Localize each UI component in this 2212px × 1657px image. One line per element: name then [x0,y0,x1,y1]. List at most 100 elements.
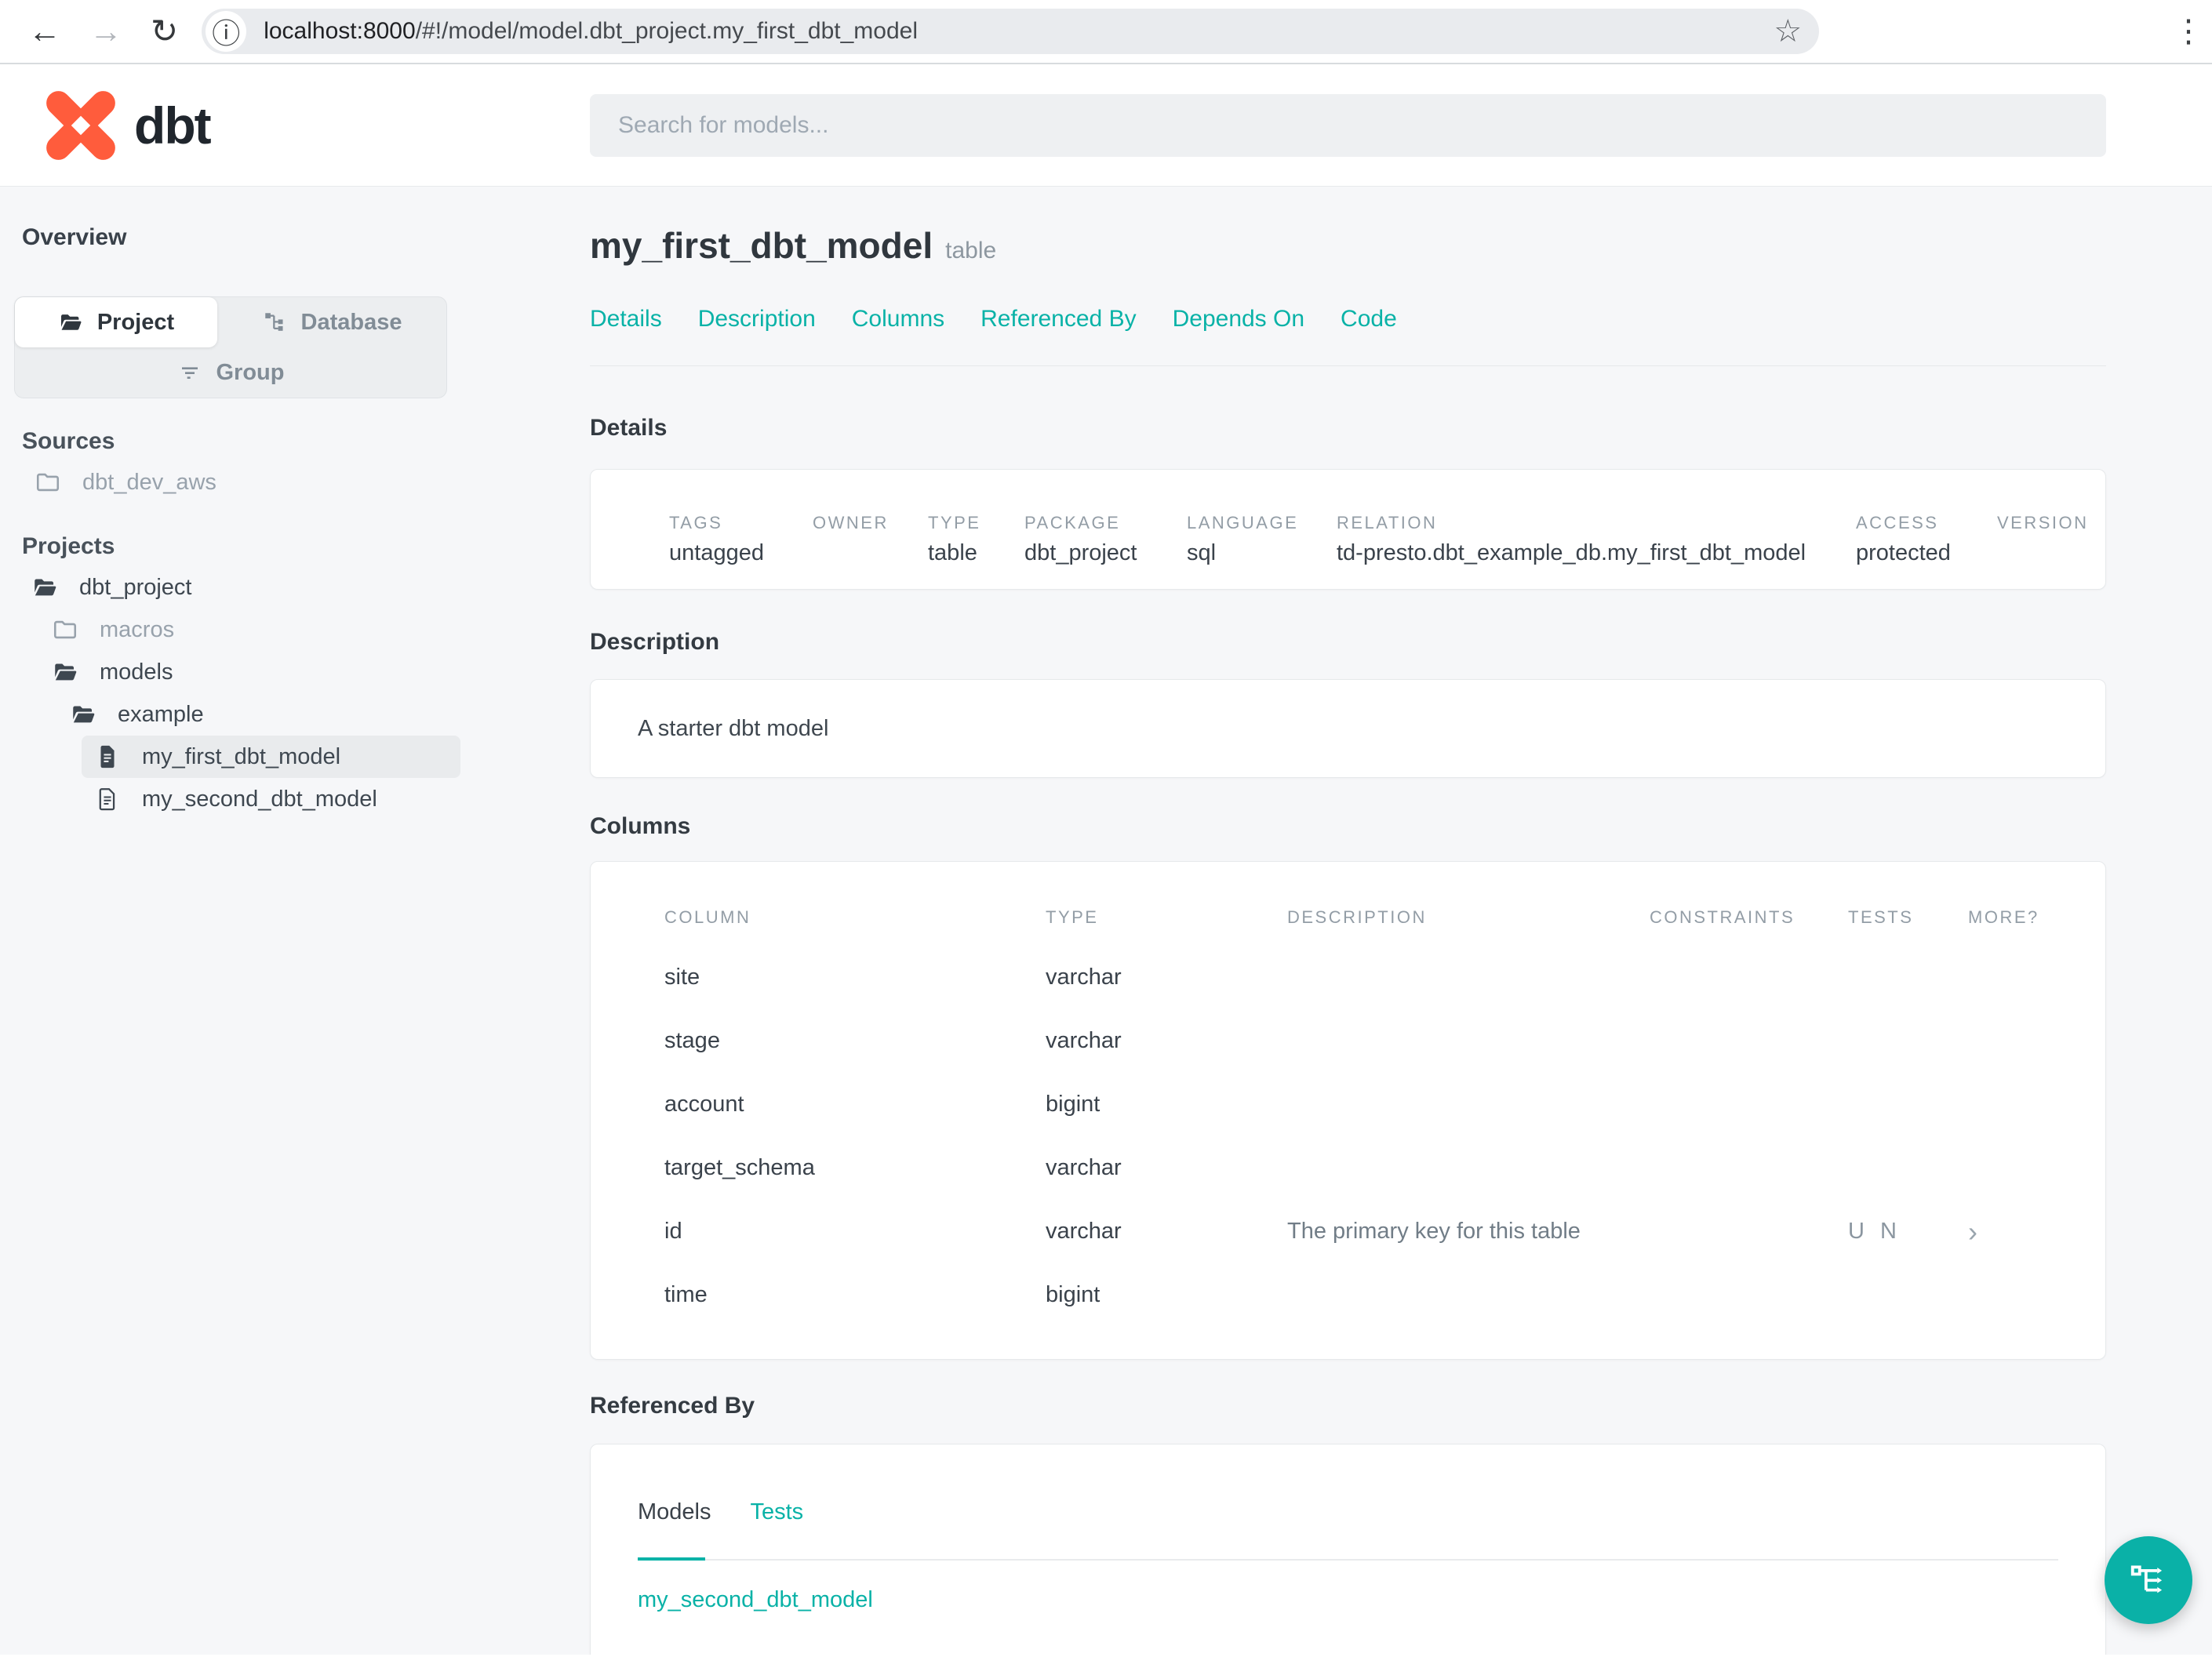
folder-closed-icon [53,620,77,639]
lineage-graph-button[interactable] [2105,1536,2192,1624]
cell-type: varchar [1046,965,1122,990]
referenced-by-heading: Referenced By [590,1393,755,1419]
browser-chrome: ← → ↻ ⓘ localhost:8000/#!/model/model.db… [0,0,2212,64]
address-bar[interactable]: ⓘ localhost:8000/#!/model/model.dbt_proj… [202,9,1820,54]
columns-table-body: site varchar stage varchar account bigin… [664,946,2105,1327]
cell-type: varchar [1046,1219,1122,1244]
app-header: dbt [0,64,2212,187]
url-text[interactable]: localhost:8000/#!/model/model.dbt_projec… [264,18,918,45]
nav-link-depends-on[interactable]: Depends On [1173,306,1304,332]
site-info-icon[interactable]: ⓘ [206,11,247,52]
col-header: CONSTRAINTS [1650,907,1795,927]
cell-type: bigint [1046,1282,1101,1307]
description-card: A starter dbt model [590,679,2106,778]
columns-table-header: COLUMN TYPE DESCRIPTION CONSTRAINTS TEST… [664,907,2105,927]
tab-database-label: Database [300,309,402,335]
detail-value: protected [1856,540,1951,565]
table-row[interactable]: time bigint [664,1263,2105,1327]
sources-heading: Sources [22,428,115,454]
tab-project[interactable]: Project [15,297,217,347]
col-header: TYPE [1046,907,1099,927]
page: ← → ↻ ⓘ localhost:8000/#!/model/model.db… [0,0,2212,1657]
referenced-by-card: Models Tests my_second_dbt_model [590,1444,2106,1655]
search-input[interactable] [590,94,2106,157]
file-icon [100,745,115,769]
reload-icon[interactable]: ↻ [151,15,178,48]
tab-underline [638,1557,2058,1561]
nav-link-columns[interactable]: Columns [852,306,944,332]
sidebar-item-models[interactable]: models [14,651,590,693]
filter-lines-icon [181,367,198,379]
nav-link-code[interactable]: Code [1341,306,1397,332]
detail-label: VERSION [1997,513,2089,532]
browser-menu-icon[interactable]: ⋮ [2173,13,2204,49]
tree-label: models [100,659,173,685]
col-header: DESCRIPTION [1287,907,1427,927]
expand-chevron-icon[interactable]: › [1968,1215,2105,1248]
description-heading: Description [590,629,720,655]
table-row[interactable]: account bigint [664,1073,2105,1136]
forward-icon[interactable]: → [89,15,122,48]
divider [590,365,2106,366]
sidebar-item-my-second-dbt-model[interactable]: my_second_dbt_model [82,778,460,820]
tree-label: my_second_dbt_model [142,786,377,812]
tree-label: example [118,701,204,727]
cell-column: account [664,1092,744,1117]
sidebar-item-example[interactable]: example [14,693,590,736]
url-path: /#!/model/model.dbt_project.my_first_dbt… [415,18,919,44]
sidebar-item-my-first-dbt-model[interactable]: my_first_dbt_model [82,736,460,778]
sidebar-item-macros[interactable]: macros [14,609,590,651]
detail-label: PACKAGE [1024,513,1121,532]
main-content: my_first_dbt_model table Details Descript… [590,187,2212,1655]
referenced-model-link[interactable]: my_second_dbt_model [638,1587,873,1613]
table-row[interactable]: id varchar The primary key for this tabl… [664,1200,2105,1263]
anchor-nav: Details Description Columns Referenced B… [590,306,2106,332]
nav-link-details[interactable]: Details [590,306,662,332]
tab-tests[interactable]: Tests [751,1499,804,1525]
table-row[interactable]: stage varchar [664,1009,2105,1073]
tab-project-label: Project [96,309,175,335]
details-card: TAGS untagged OWNER TYPE table PACKAGE dbt_… [590,469,2106,590]
nav-link-description[interactable]: Description [698,306,816,332]
col-header: MORE? [1968,907,2039,927]
tab-group[interactable]: Group [15,347,446,398]
cell-column: stage [664,1028,720,1053]
sidebar-item-dbt-dev-aws[interactable]: dbt_dev_aws [14,461,590,503]
col-header: TESTS [1848,907,1914,927]
cell-tests: U N [1848,1219,1901,1244]
col-header: COLUMN [664,907,751,927]
folder-open-icon [35,579,56,596]
back-icon[interactable]: ← [28,15,61,48]
model-name: my_first_dbt_model [590,225,933,266]
tab-models[interactable]: Models [638,1499,711,1525]
active-tab-indicator [638,1557,705,1561]
cell-column: time [664,1282,708,1307]
details-heading: Details [590,415,668,441]
detail-label: OWNER [813,513,889,532]
bookmark-star-icon[interactable]: ☆ [1774,13,1802,49]
nav-link-referenced-by[interactable]: Referenced By [980,306,1136,332]
columns-card: COLUMN TYPE DESCRIPTION CONSTRAINTS TEST… [590,861,2106,1360]
file-outline-icon [99,788,115,811]
tab-group-label: Group [216,359,285,385]
tab-database[interactable]: Database [217,297,446,347]
cell-description: The primary key for this table [1287,1219,1581,1244]
folder-closed-icon [36,473,60,492]
table-row[interactable]: target_schema varchar [664,1136,2105,1200]
columns-heading: Columns [590,813,691,839]
cell-column: id [664,1219,682,1244]
detail-label: LANGUAGE [1187,513,1299,532]
detail-value: td-presto.dbt_example_db.my_first_dbt_mo… [1337,540,1806,565]
cell-type: bigint [1046,1092,1101,1117]
table-row[interactable]: site varchar [664,946,2105,1009]
dbt-logo[interactable]: dbt [43,88,212,163]
overview-heading: Overview [22,224,127,250]
tree-label: dbt_project [79,574,192,600]
app-body: Overview Project Database Group Sources … [0,187,2212,1655]
cell-type: varchar [1046,1028,1122,1053]
info-glyph: ⓘ [212,17,241,49]
tree-label: macros [100,616,175,642]
sidebar-item-dbt-project[interactable]: dbt_project [14,566,590,609]
detail-value: sql [1187,540,1217,565]
materialization-badge: table [945,238,997,263]
